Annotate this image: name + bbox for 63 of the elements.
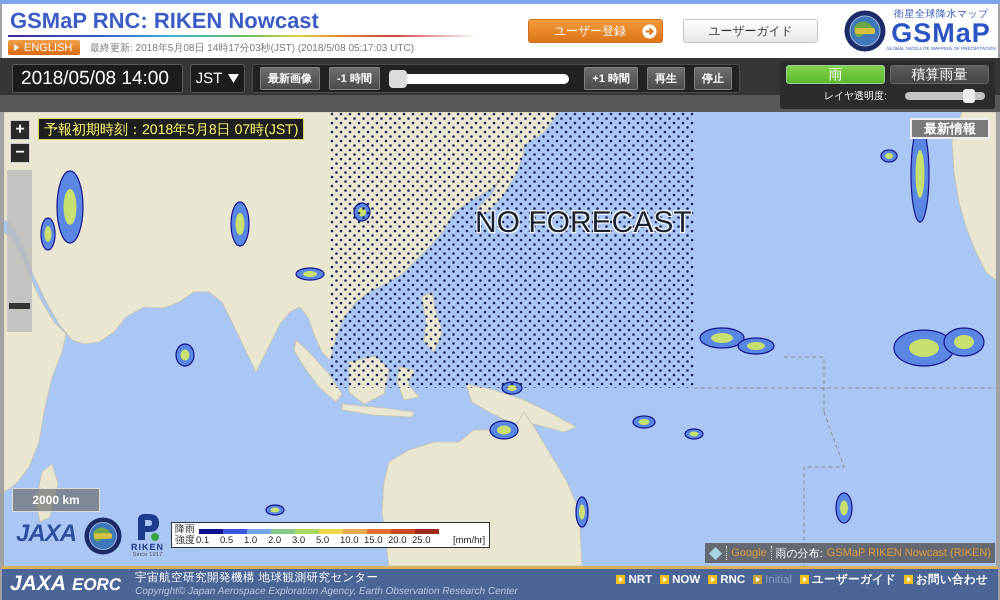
forecast-time-label: 予報初期時刻：2018年5月8日 07時(JST) (38, 118, 304, 140)
arrow-bullet-icon (708, 575, 718, 584)
rain-area (265, 504, 285, 516)
footer-link[interactable]: NRT (616, 574, 652, 586)
site-title: GSMaP RNC: RIKEN Nowcast (9, 8, 320, 34)
opacity-label: レイヤ透明度: (824, 90, 887, 103)
slider-thumb[interactable] (962, 89, 975, 103)
time-button[interactable]: -1 時間 (329, 67, 380, 90)
time-button[interactable]: +1 時間 (584, 67, 638, 90)
zoom-slider-track[interactable] (7, 170, 32, 332)
datetime-display: 2018/05/08 14:00 (12, 64, 183, 93)
scale-bar: 2000 km (12, 488, 100, 512)
legend-unit: [mm/hr] (453, 535, 486, 546)
arrow-bullet-icon (753, 575, 762, 584)
arrow-bullet-icon (800, 575, 809, 584)
legend-value: 25.0 (412, 535, 432, 546)
logo-text: RIKEN (131, 542, 164, 552)
zoom-out-button[interactable]: − (10, 143, 30, 163)
layer-tab[interactable]: 積算雨量 (890, 65, 989, 84)
triangle-icon (14, 44, 19, 51)
guide-button[interactable]: ユーザーガイド (683, 19, 818, 43)
globe-emblem-icon (84, 517, 122, 555)
footer-logo: JAXA (10, 571, 64, 597)
footer-link[interactable]: NOW (660, 574, 700, 586)
caret-icon (228, 74, 240, 83)
rain-area (295, 267, 325, 281)
rain-area (230, 201, 250, 247)
globe-emblem-icon (844, 10, 886, 52)
time-button[interactable]: 再生 (647, 67, 685, 90)
agency-logo: JAXA (16, 520, 76, 548)
slider-thumb[interactable] (388, 70, 407, 88)
attribution-label: 雨の分布: (776, 546, 823, 560)
footer-link[interactable]: ユーザーガイド (800, 572, 896, 587)
last-updated-text: 最終更新: 2018年5月08日 14時17分03秒(JST) (2018/5/08 05:17:03 UTC) (90, 42, 414, 54)
rain-area (575, 496, 589, 528)
time-slider-track[interactable] (388, 70, 570, 88)
legend-title: 降雨 (175, 524, 195, 535)
legend-title: 強度 (175, 535, 195, 546)
latest-info-button[interactable]: 最新情報 (910, 118, 990, 139)
arrow-bullet-icon (660, 575, 670, 584)
diamond-icon (709, 546, 722, 560)
copyright-text: Copyright© Japan Aerospace Exploration Agency, Earth Observation Research Center (135, 585, 518, 598)
time-button[interactable]: 停止 (694, 67, 732, 90)
organization-name: 宇宙航空研究開発機構 地球観測研究センター (135, 571, 380, 585)
logo-wordmark: GSMaP (891, 20, 991, 46)
footer-unit-name: EORC (72, 574, 122, 596)
rain-area (880, 149, 898, 163)
zoom-in-button[interactable]: + (10, 120, 30, 140)
footer-link[interactable]: お問い合わせ (904, 572, 988, 587)
arrow-bullet-icon (616, 575, 626, 584)
rain-area (684, 428, 704, 440)
no-forecast-label: NO FORECAST (475, 206, 692, 240)
rain-area (489, 420, 519, 440)
rain-area (632, 415, 656, 429)
time-button[interactable]: 最新画像 (260, 67, 320, 90)
rain-area (175, 343, 195, 367)
logo-tagline: 衛星全球降水マップ (894, 10, 988, 20)
rain-area (835, 492, 853, 524)
opacity-slider-track[interactable] (905, 89, 985, 103)
arrow-bullet-icon (904, 575, 913, 584)
slider-thumb[interactable] (9, 302, 30, 309)
timezone-dropdown[interactable]: JST (190, 64, 245, 93)
footer-link[interactable]: RNC (708, 574, 746, 586)
